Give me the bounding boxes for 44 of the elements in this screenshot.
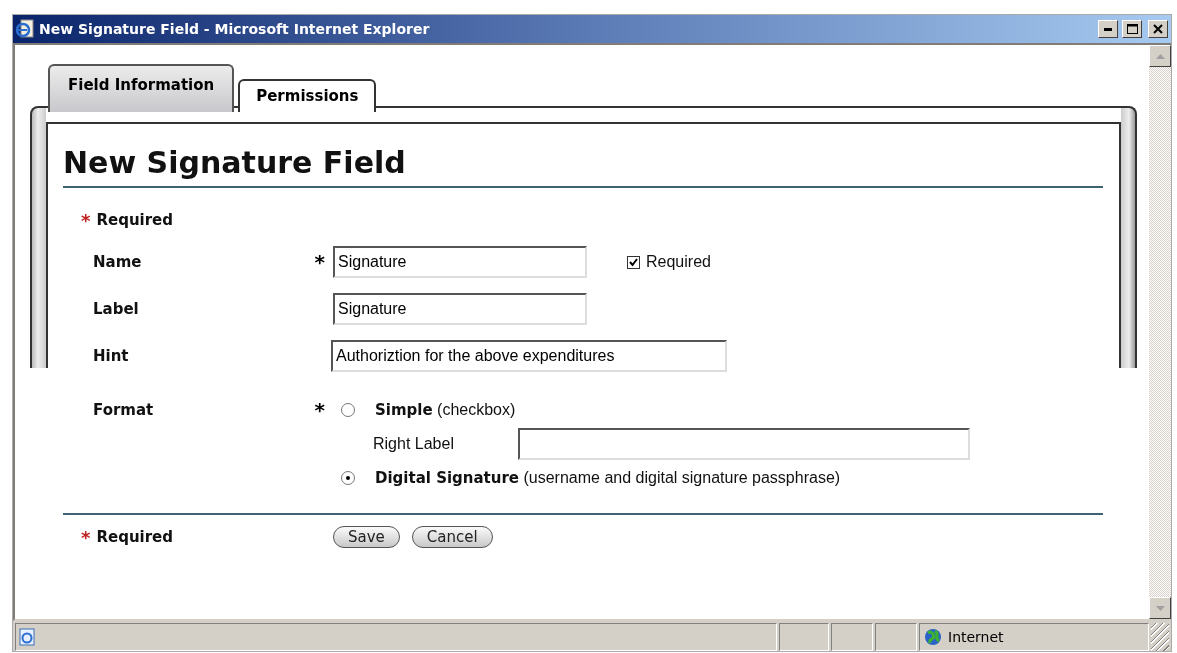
required-legend: Required: [96, 528, 173, 546]
page-heading: New Signature Field: [63, 145, 1103, 188]
maximize-button[interactable]: [1122, 20, 1142, 38]
close-icon: [1153, 24, 1163, 34]
field-label: Hint: [93, 347, 130, 365]
field-label: Format: [93, 400, 155, 421]
status-pane: [875, 623, 917, 651]
required-asterisk: *: [313, 397, 326, 424]
field-label: Name: [93, 253, 143, 271]
required-asterisk: *: [81, 526, 91, 548]
resize-grip[interactable]: [1151, 623, 1169, 651]
required-legend: Required: [96, 211, 173, 229]
field-label: Label: [93, 300, 140, 318]
down-arrow-icon: [1155, 605, 1165, 611]
close-button[interactable]: [1148, 20, 1168, 38]
scroll-down-button[interactable]: [1149, 597, 1171, 619]
page-icon: [18, 628, 36, 646]
save-button[interactable]: Save: [333, 526, 400, 548]
radio-button[interactable]: [341, 471, 355, 485]
globe-icon: [924, 628, 942, 646]
cancel-button[interactable]: Cancel: [411, 526, 493, 548]
scroll-up-button[interactable]: [1149, 45, 1171, 67]
input-field[interactable]: Signature: [333, 293, 587, 325]
option-label: Simple (checkbox): [375, 401, 516, 419]
radio-button[interactable]: [341, 403, 355, 417]
status-pane: [779, 623, 829, 651]
checkbox-label: Required: [646, 253, 711, 271]
tab[interactable]: Permissions: [238, 79, 377, 112]
minimize-button[interactable]: [1098, 20, 1118, 38]
tab[interactable]: Field Information: [48, 64, 235, 112]
maximize-icon: [1126, 24, 1138, 34]
required-asterisk: *: [81, 209, 91, 231]
field-label: Right Label: [373, 435, 454, 453]
required-asterisk: *: [313, 250, 326, 274]
input-field[interactable]: [517, 428, 970, 460]
input-field[interactable]: Signature: [333, 246, 587, 278]
status-pane: [831, 623, 873, 651]
minimize-icon: [1104, 27, 1112, 31]
up-arrow-icon: [1155, 53, 1165, 59]
window-title: New Signature Field - Microsoft Internet Explorer: [39, 21, 431, 37]
input-field[interactable]: Authoriztion for the above expenditures: [331, 340, 727, 372]
option-label: Digital Signature (username and digital signature passphrase): [375, 469, 841, 487]
browser-icon: [15, 19, 35, 39]
zone-label: Internet: [948, 629, 1004, 645]
